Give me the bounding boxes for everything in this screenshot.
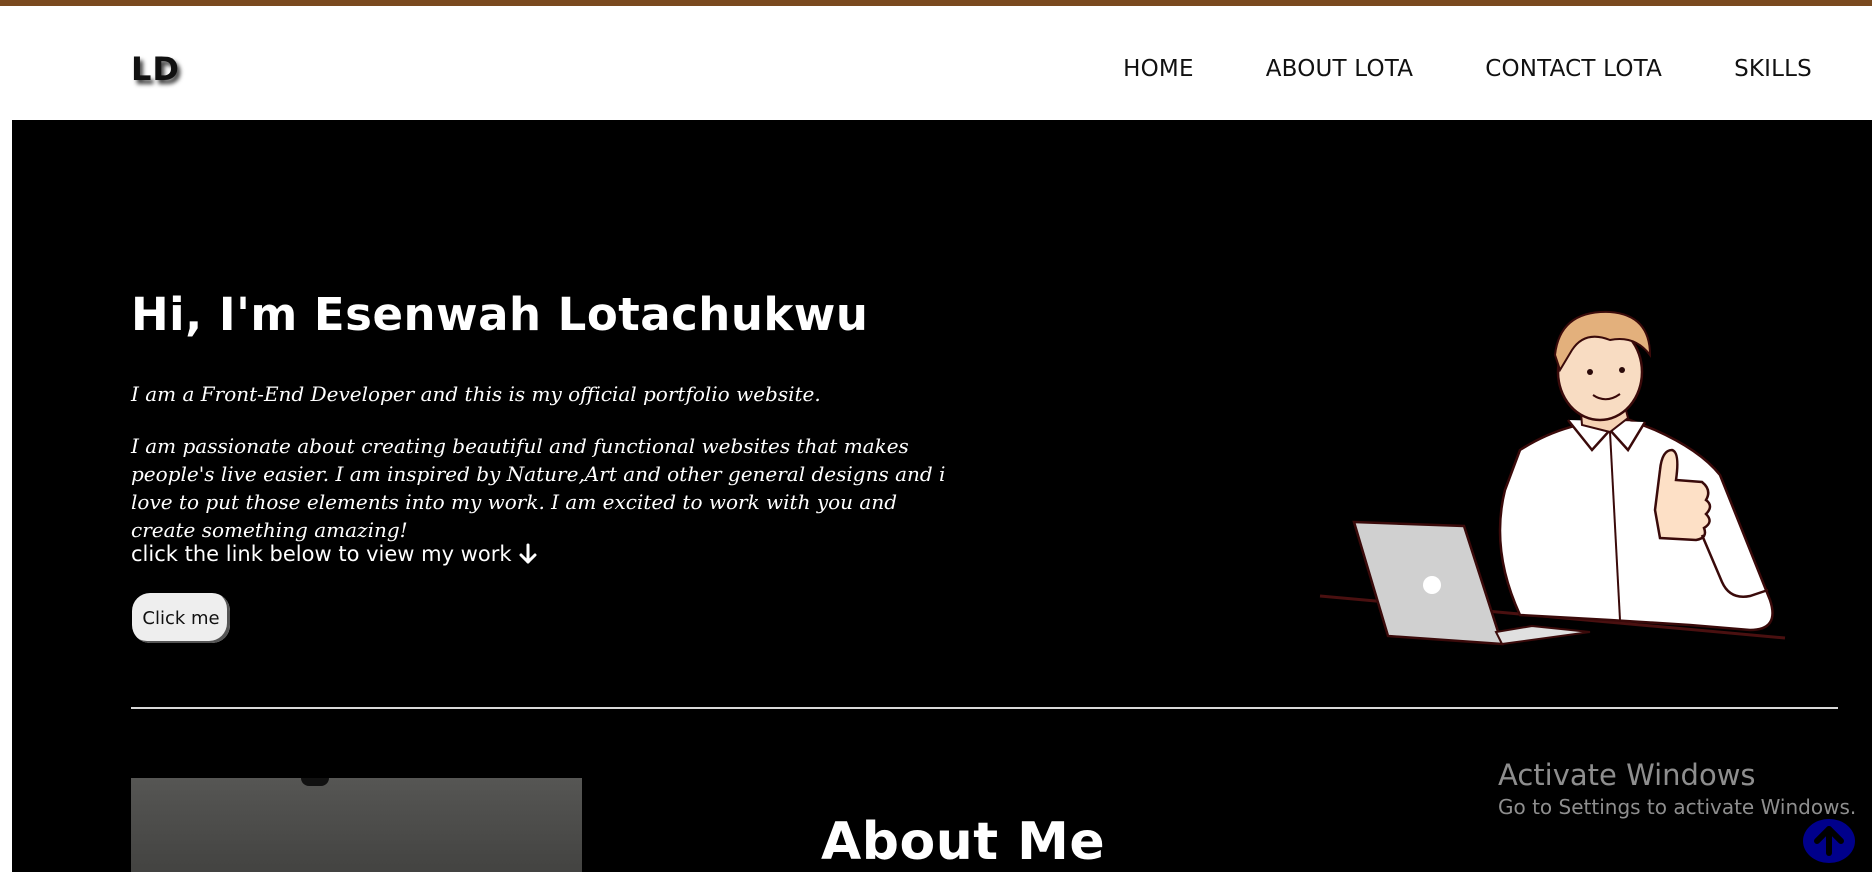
click-me-button[interactable]: Click me [132, 593, 230, 643]
man-laptop-thumbs-up-illustration [1319, 310, 1786, 646]
watermark-line-2: Go to Settings to activate Windows. [1498, 795, 1857, 819]
arrow-down-icon [519, 543, 537, 564]
about-title: About Me [821, 812, 1106, 872]
hero-intro: I am a Front-End Developer and this is m… [131, 382, 821, 406]
cta-text: click the link below to view my work [131, 542, 512, 566]
main-nav: HOME ABOUT LOTA CONTACT LOTA SKILLS [1123, 56, 1812, 82]
section-divider [131, 707, 1838, 709]
hero-description: I am passionate about creating beautiful… [131, 434, 946, 542]
nav-about[interactable]: ABOUT LOTA [1266, 56, 1414, 82]
nav-skills[interactable]: SKILLS [1734, 56, 1812, 82]
navbar: LD HOME ABOUT LOTA CONTACT LOTA SKILLS [0, 6, 1872, 120]
nav-contact[interactable]: CONTACT LOTA [1485, 56, 1662, 82]
hero-cta-text: click the link below to view my work [131, 540, 538, 568]
hero-title: Hi, I'm Esenwah Lotachukwu [131, 288, 869, 341]
photo-detail [301, 778, 329, 786]
watermark-line-1: Activate Windows [1498, 758, 1756, 792]
scroll-to-top-button[interactable] [1803, 819, 1855, 863]
about-photo [131, 778, 582, 872]
windows-activation-watermark: Activate Windows Go to Settings to activ… [1498, 757, 1856, 821]
site-logo[interactable]: LD [131, 50, 180, 88]
nav-home[interactable]: HOME [1123, 56, 1194, 82]
